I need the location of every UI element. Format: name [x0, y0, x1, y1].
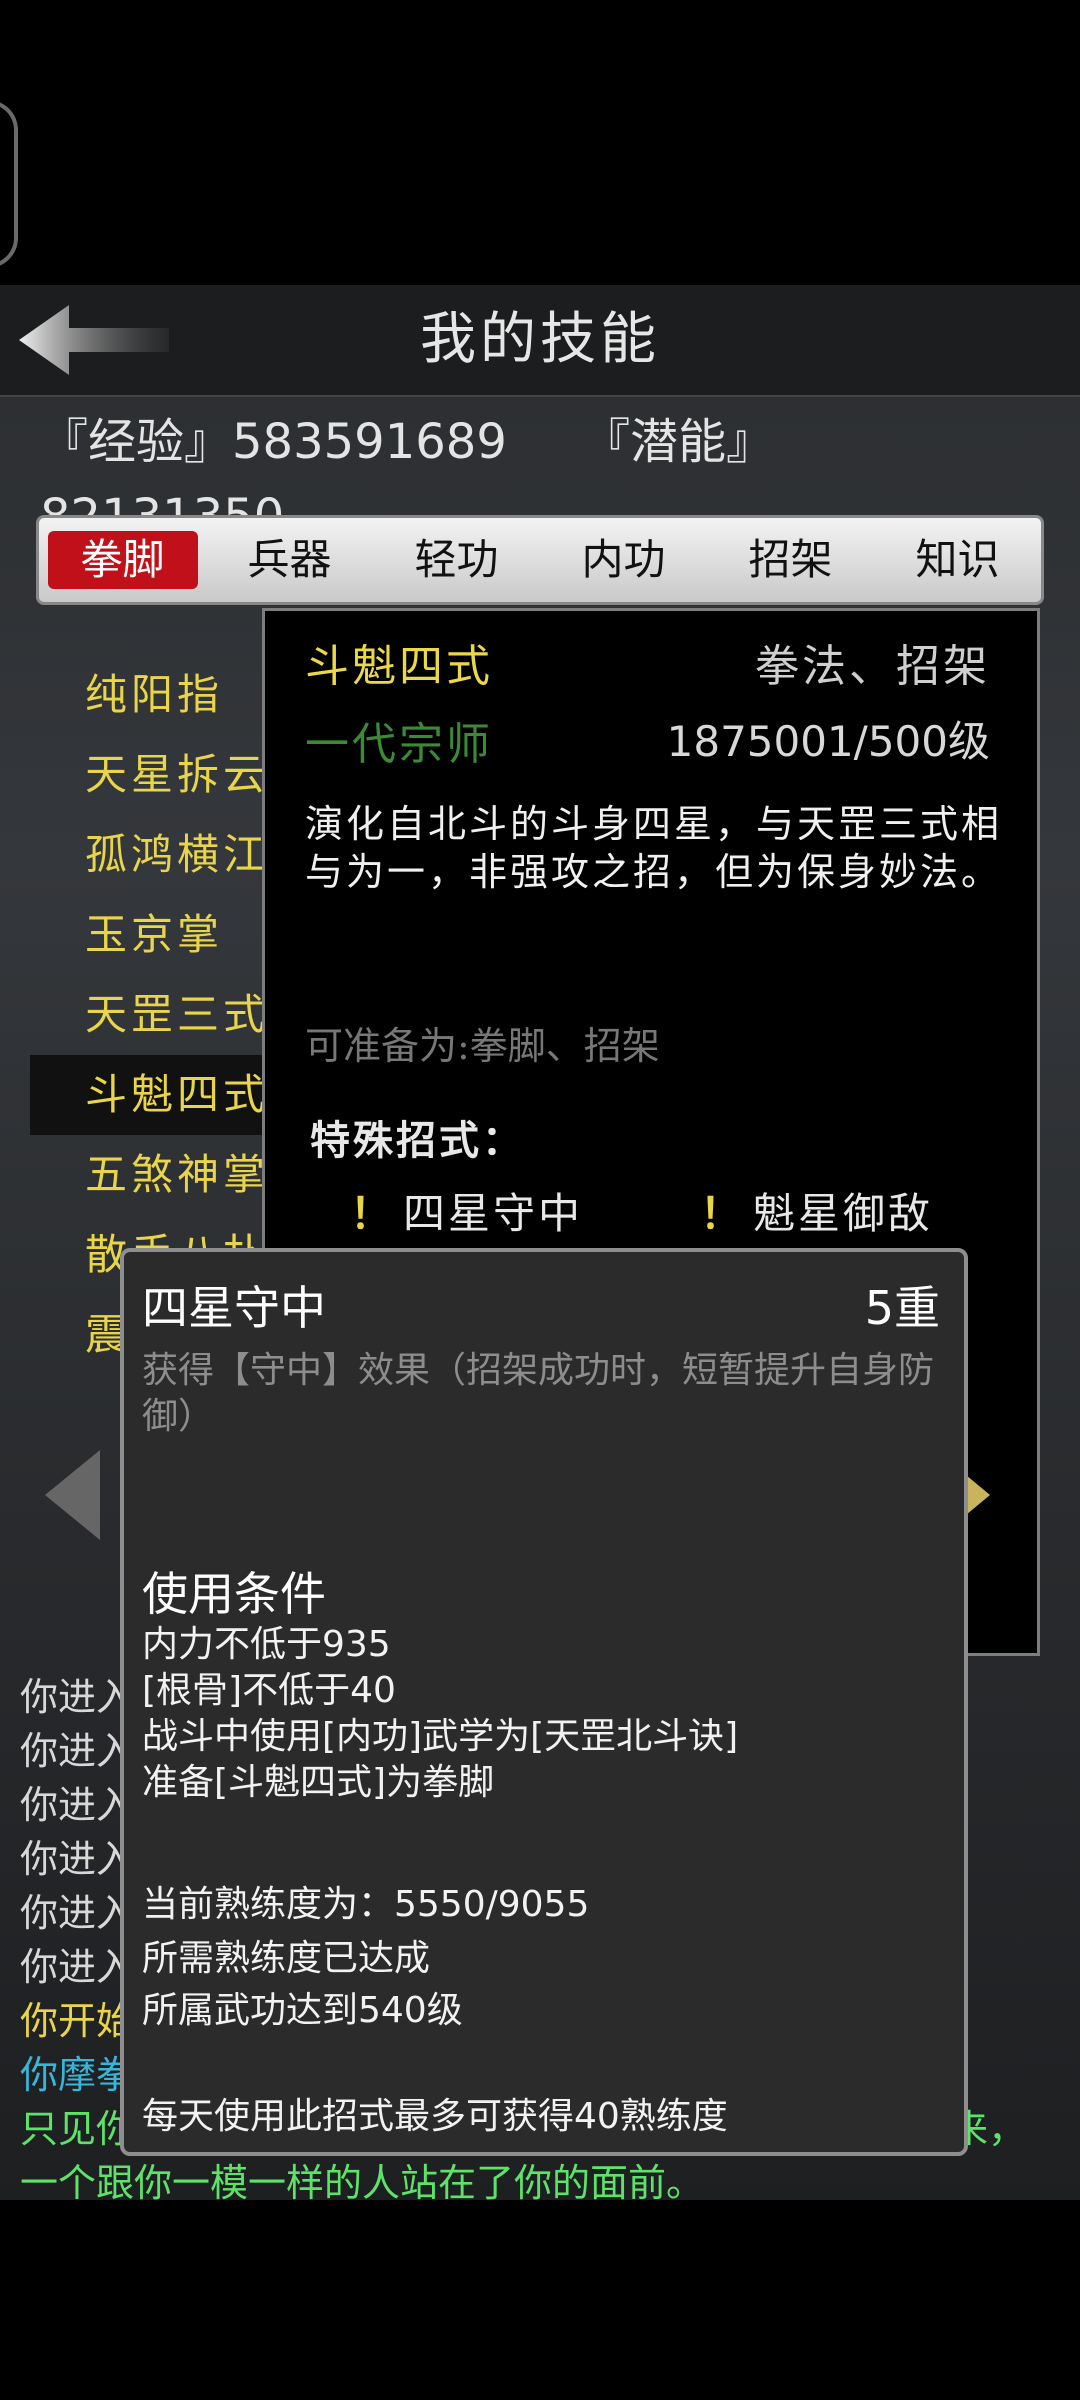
move-label: 魁星御敌	[753, 1189, 934, 1238]
skill-list: 纯阳指 天星拆云 孤鸿横江 玉京掌 天罡三式 斗魁四式 五煞神掌 散手八扑 震	[30, 615, 290, 1355]
move-level: 5重	[864, 1281, 940, 1335]
list-item[interactable]: 五煞神掌	[30, 1135, 290, 1215]
tab-weapon[interactable]: 兵器	[215, 531, 365, 589]
category-tabs: 拳脚 兵器 轻功 内功 招架 知识	[36, 515, 1044, 605]
log-line: 一个跟你一模一样的人站在了你的面前。	[20, 2161, 705, 2205]
tab-parry[interactable]: 招架	[716, 531, 866, 589]
tab-fist[interactable]: 拳脚	[47, 531, 198, 589]
list-item[interactable]	[30, 615, 290, 655]
skill-prepare: 可准备为:拳脚、招架	[305, 1024, 660, 1068]
skill-type: 拳法、招架	[755, 641, 990, 692]
condition-line: [根骨]不低于40	[142, 1670, 396, 1711]
list-item[interactable]: 孤鸿横江	[30, 815, 290, 895]
exclaim-icon: ！	[700, 1189, 746, 1238]
daily-limit: 每天使用此招式最多可获得40熟练度	[142, 2096, 728, 2137]
page-title: 我的技能	[420, 307, 660, 372]
proficiency-line: 所需熟练度已达成	[142, 1938, 431, 1979]
status-bar	[0, 0, 1080, 285]
special-moves-title: 特殊招式：	[310, 1118, 525, 1164]
list-item[interactable]: 天罡三式	[30, 975, 290, 1055]
tab-inner[interactable]: 内功	[549, 531, 699, 589]
skill-level: 1875001/500级	[666, 717, 990, 766]
conditions-title: 使用条件	[142, 1567, 326, 1621]
skill-rank: 一代宗师	[305, 719, 493, 770]
list-item[interactable]: 纯阳指	[30, 655, 290, 735]
exp-value: 『经验』583591689	[40, 414, 507, 470]
prev-arrow-icon[interactable]	[45, 1450, 100, 1540]
condition-line: 内力不低于935	[142, 1624, 391, 1665]
skill-name: 斗魁四式	[305, 641, 493, 692]
move-label: 四星守中	[403, 1189, 584, 1238]
list-item-selected[interactable]: 斗魁四式	[30, 1055, 290, 1135]
special-move-button[interactable]: ！四星守中	[350, 1180, 583, 1241]
tab-knowledge[interactable]: 知识	[883, 531, 1033, 589]
move-name: 四星守中	[142, 1281, 326, 1335]
list-item[interactable]: 天星拆云	[30, 735, 290, 815]
list-item[interactable]: 玉京掌	[30, 895, 290, 975]
condition-line: 准备[斗魁四式]为拳脚	[142, 1762, 495, 1803]
tab-lightness[interactable]: 轻功	[382, 531, 532, 589]
skill-description: 演化自北斗的斗身四星，与天罡三式相与为一，非强攻之招，但为保身妙法。	[305, 802, 1003, 894]
decorative-frame	[0, 100, 18, 268]
exclaim-icon: ！	[350, 1189, 396, 1238]
move-effect: 获得【守中】效果（招架成功时，短暂提升自身防御）	[142, 1350, 935, 1437]
condition-line: 战斗中使用[内功]武学为[天罡北斗诀]	[142, 1716, 739, 1757]
stats-line: 『经验』583591689 『潜能』82131350	[40, 405, 1060, 545]
special-move-button[interactable]: ！魁星御敌	[700, 1180, 933, 1241]
proficiency-line: 当前熟练度为：5550/9055	[142, 1884, 590, 1925]
proficiency-line: 所属武功达到540级	[142, 1990, 463, 2031]
